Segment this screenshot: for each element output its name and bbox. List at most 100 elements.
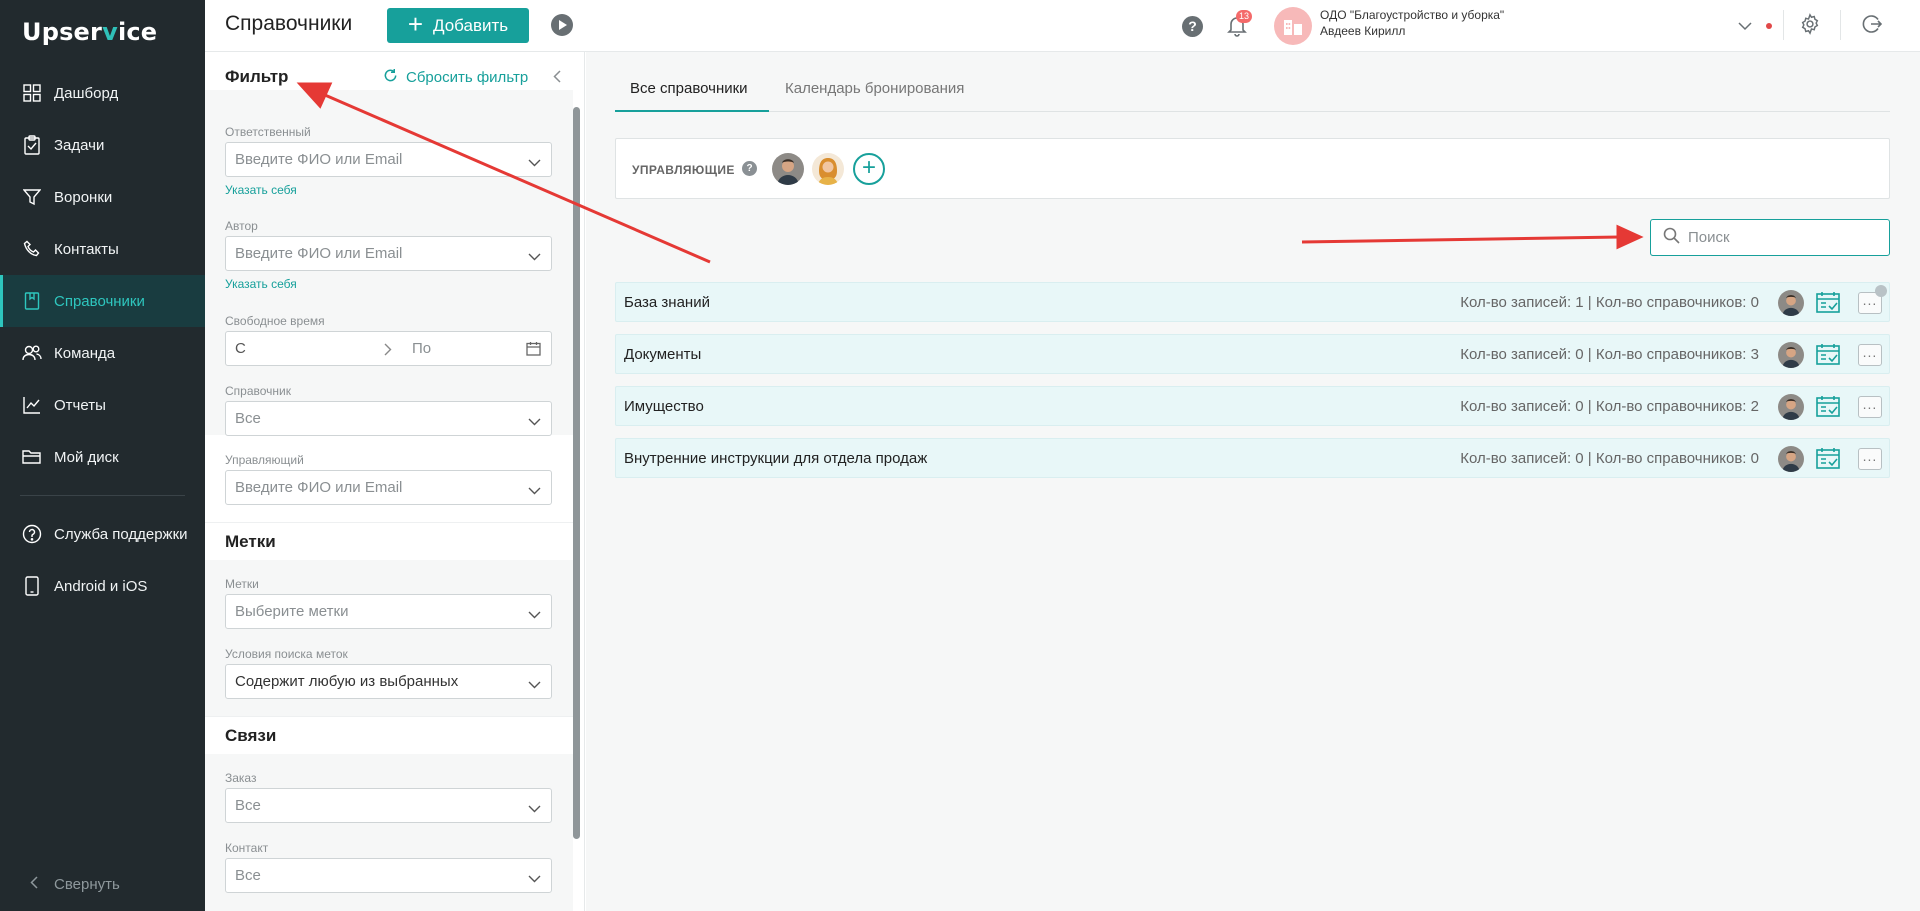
add-manager-button[interactable]: +: [853, 153, 885, 185]
calendar-check-icon[interactable]: [1816, 447, 1840, 474]
help-icon[interactable]: ?: [1182, 16, 1203, 37]
row-indicator-dot: [1875, 285, 1887, 297]
add-button-label: Добавить: [433, 15, 509, 35]
calendar-check-icon[interactable]: [1816, 395, 1840, 422]
sidebar-item-directories[interactable]: Справочники: [0, 275, 205, 327]
more-actions-button[interactable]: ...: [1858, 448, 1882, 470]
collapse-sidebar-button[interactable]: Свернуть: [30, 876, 120, 893]
tasks-icon: [22, 135, 42, 155]
chevron-down-icon: [528, 676, 541, 693]
play-video-icon[interactable]: [551, 14, 573, 36]
sidebar-item-funnels[interactable]: Воронки: [0, 171, 205, 223]
mobile-icon: [22, 576, 42, 596]
tab-all-directories[interactable]: Все справочники: [615, 80, 769, 112]
organization-avatar[interactable]: [1274, 7, 1312, 45]
collapse-filter-icon[interactable]: [553, 70, 561, 88]
calendar-icon[interactable]: [526, 341, 541, 360]
add-button[interactable]: + Добавить: [387, 8, 529, 43]
chevron-down-icon: [528, 606, 541, 623]
app-logo[interactable]: Upservice: [22, 18, 157, 46]
list-item[interactable]: База знаний Кол-во записей: 1 | Кол-во с…: [615, 282, 1890, 322]
sidebar-item-team[interactable]: Команда: [0, 327, 205, 379]
current-user-name[interactable]: Авдеев Кирилл: [1320, 24, 1405, 38]
contact-value: Все: [235, 867, 261, 884]
directory-name[interactable]: Имущество: [624, 398, 704, 415]
gear-icon[interactable]: [1799, 13, 1821, 40]
directory-label: Справочник: [225, 384, 291, 398]
calendar-check-icon[interactable]: [1816, 343, 1840, 370]
search-box[interactable]: [1650, 219, 1890, 256]
collapse-label: Свернуть: [54, 876, 120, 893]
filter-panel: Фильтр Сбросить фильтр Ответственный Вве…: [205, 52, 585, 911]
directory-select[interactable]: Все: [225, 401, 552, 436]
dashboard-icon: [22, 83, 42, 103]
tags-select[interactable]: Выберите метки: [225, 594, 552, 629]
order-select[interactable]: Все: [225, 788, 552, 823]
date-to-input[interactable]: По: [412, 340, 431, 357]
contact-label: Контакт: [225, 841, 269, 855]
search-icon: [1663, 227, 1680, 249]
folder-icon: [22, 447, 42, 467]
more-actions-button[interactable]: ...: [1858, 396, 1882, 418]
sidebar-item-label: Дашборд: [54, 84, 119, 102]
chevron-right-icon: [384, 343, 392, 360]
managers-label: УПРАВЛЯЮЩИЕ: [632, 163, 735, 177]
avatar[interactable]: [1778, 342, 1804, 368]
directory-name[interactable]: База знаний: [624, 294, 710, 311]
author-label: Автор: [225, 219, 258, 233]
header-divider: [1783, 10, 1784, 40]
avatar[interactable]: [812, 153, 844, 185]
search-input[interactable]: [1688, 229, 1868, 246]
avatar[interactable]: [1778, 290, 1804, 316]
tab-booking-calendar[interactable]: Календарь бронирования: [785, 80, 964, 112]
chevron-down-icon: [528, 482, 541, 499]
date-from-input[interactable]: С: [235, 340, 246, 357]
chevron-down-icon: [528, 248, 541, 265]
filter-scrollbar[interactable]: [573, 107, 580, 839]
reports-icon: [22, 395, 42, 415]
sidebar-item-support[interactable]: Служба поддержки: [0, 508, 205, 560]
list-item[interactable]: Внутренние инструкции для отдела продаж …: [615, 438, 1890, 478]
more-actions-button[interactable]: ...: [1858, 344, 1882, 366]
organization-name[interactable]: ОДО "Благоустройство и уборка": [1320, 6, 1504, 24]
sidebar-item-label: Мой диск: [54, 448, 119, 466]
sidebar-item-reports[interactable]: Отчеты: [0, 379, 205, 431]
tag-condition-label: Условия поиска меток: [225, 647, 348, 661]
avatar[interactable]: [1778, 446, 1804, 472]
sidebar-item-mobile[interactable]: Android и iOS: [0, 560, 205, 612]
manager-select[interactable]: Введите ФИО или Email: [225, 470, 552, 505]
reset-filter-button[interactable]: Сбросить фильтр: [383, 68, 528, 87]
responsible-select[interactable]: Введите ФИО или Email: [225, 142, 552, 177]
sidebar-divider: [20, 495, 185, 496]
contact-select[interactable]: Все: [225, 858, 552, 893]
avatar[interactable]: [772, 153, 804, 185]
sidebar-item-contacts[interactable]: Контакты: [0, 223, 205, 275]
directory-name[interactable]: Внутренние инструкции для отдела продаж: [624, 450, 927, 467]
tag-condition-value: Содержит любую из выбранных: [235, 673, 459, 690]
author-placeholder: Введите ФИО или Email: [235, 245, 403, 262]
directory-stats: Кол-во записей: 0 | Кол-во справочников:…: [1460, 450, 1759, 467]
list-item[interactable]: Имущество Кол-во записей: 0 | Кол-во спр…: [615, 386, 1890, 426]
calendar-check-icon[interactable]: [1816, 291, 1840, 318]
sidebar-item-dashboard[interactable]: Дашборд: [0, 67, 205, 119]
support-icon: [22, 524, 42, 544]
sidebar-item-tasks[interactable]: Задачи: [0, 119, 205, 171]
tag-condition-select[interactable]: Содержит любую из выбранных: [225, 664, 552, 699]
list-item[interactable]: Документы Кол-во записей: 0 | Кол-во спр…: [615, 334, 1890, 374]
chevron-down-icon: [528, 800, 541, 817]
free-time-range[interactable]: С По: [225, 331, 552, 366]
directory-name[interactable]: Документы: [624, 346, 701, 363]
funnel-icon: [22, 187, 42, 207]
author-select[interactable]: Введите ФИО или Email: [225, 236, 552, 271]
logout-icon[interactable]: [1862, 14, 1883, 39]
sidebar-item-disk[interactable]: Мой диск: [0, 431, 205, 483]
managers-help-icon[interactable]: ?: [742, 161, 757, 176]
chevron-down-icon[interactable]: [1738, 18, 1752, 36]
tags-label: Метки: [225, 577, 259, 591]
avatar[interactable]: [1778, 394, 1804, 420]
author-self-link[interactable]: Указать себя: [225, 277, 297, 291]
responsible-self-link[interactable]: Указать себя: [225, 183, 297, 197]
tabs: Все справочники Календарь бронирования: [615, 80, 1890, 112]
contacts-icon: [22, 239, 42, 259]
sidebar-item-label: Служба поддержки: [54, 525, 188, 543]
